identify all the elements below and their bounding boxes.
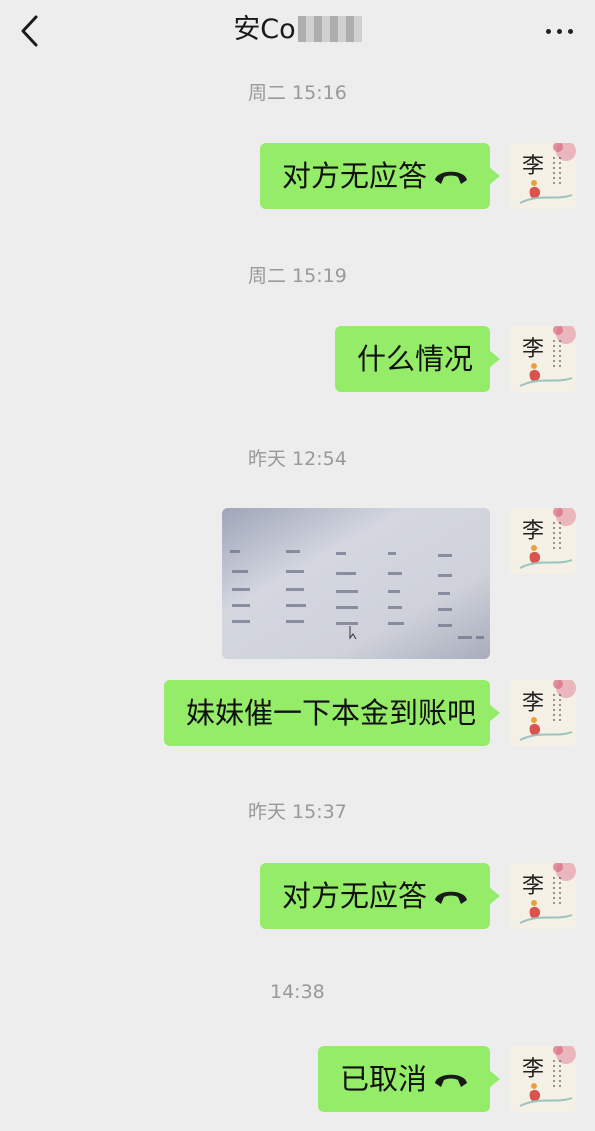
message-text: 已取消 (340, 1062, 428, 1096)
hangup-phone-icon (435, 1074, 467, 1087)
avatar-character: 李 (522, 154, 544, 179)
timestamp: 14:38 (270, 981, 325, 1003)
image-message[interactable] (222, 508, 490, 659)
message-text: 妹妹催一下本金到账吧 (186, 696, 477, 730)
timestamp: 昨天 15:37 (248, 801, 347, 823)
call-message-bubble[interactable]: 对方无应答 (260, 863, 500, 929)
chat-title: 安Co (0, 12, 595, 48)
avatar[interactable]: 李 (510, 326, 576, 392)
call-message-bubble[interactable]: 对方无应答 (260, 143, 500, 209)
chat-header: 安Co (0, 0, 595, 62)
contact-name: 安Co (233, 14, 296, 45)
avatar-character: 李 (522, 519, 544, 544)
avatar-character: 李 (522, 874, 544, 899)
avatar-image: 李 (510, 508, 576, 574)
screenshot-photo (222, 508, 490, 659)
redacted-name-blur (297, 15, 362, 42)
avatar-image: 李 (510, 680, 576, 746)
avatar-image: 李 (510, 326, 576, 392)
timestamp: 昨天 12:54 (248, 448, 347, 470)
text-message-bubble[interactable]: 妹妹催一下本金到账吧 (164, 680, 500, 746)
avatar[interactable]: 李 (510, 680, 576, 746)
call-message-bubble[interactable]: 已取消 (318, 1046, 500, 1112)
timestamp: 周二 15:19 (248, 265, 347, 287)
avatar-image: 李 (510, 143, 576, 209)
more-options-button[interactable] (543, 18, 577, 44)
hangup-phone-icon (435, 891, 467, 904)
message-text: 什么情况 (357, 342, 474, 376)
avatar[interactable]: 李 (510, 863, 576, 929)
message-text: 对方无应答 (282, 879, 428, 913)
avatar-character: 李 (522, 691, 544, 716)
hangup-phone-icon (435, 171, 467, 184)
text-message-bubble[interactable]: 什么情况 (335, 326, 500, 392)
avatar-character: 李 (522, 1057, 544, 1082)
avatar[interactable]: 李 (510, 508, 576, 574)
avatar[interactable]: 李 (510, 1046, 576, 1112)
avatar-image: 李 (510, 863, 576, 929)
message-text: 对方无应答 (282, 159, 428, 193)
timestamp: 周二 15:16 (248, 82, 347, 104)
more-dots-icon (546, 29, 551, 34)
avatar[interactable]: 李 (510, 143, 576, 209)
avatar-character: 李 (522, 337, 544, 362)
avatar-image: 李 (510, 1046, 576, 1112)
